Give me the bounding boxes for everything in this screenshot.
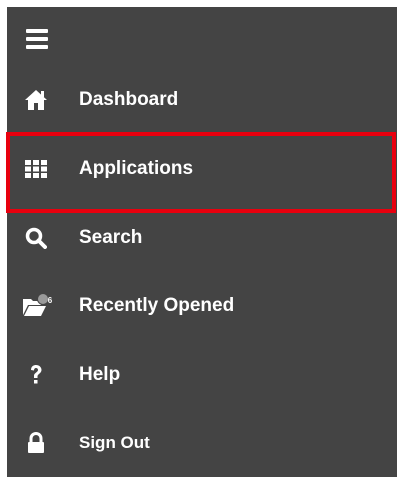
sidebar-item-label: Search (79, 227, 143, 248)
hamburger-menu-icon[interactable] (26, 29, 48, 49)
recently-opened-badge: 6 (47, 296, 53, 305)
grid-icon (21, 154, 51, 184)
sidebar-item-label: Recently Opened (79, 295, 235, 316)
sidebar-item-label: Dashboard (79, 89, 179, 110)
sidebar: Dashboard Applications Search 6 Recently… (6, 7, 397, 477)
sidebar-item-help[interactable]: Help (7, 342, 397, 408)
sidebar-item-recently-opened[interactable]: 6 Recently Opened (7, 273, 397, 339)
folder-open-icon: 6 (21, 291, 52, 321)
sidebar-item-label: Help (79, 364, 121, 385)
home-icon (21, 85, 51, 115)
sidebar-item-label: Applications (79, 158, 194, 179)
sidebar-item-search[interactable]: Search (7, 205, 397, 271)
sidebar-item-applications[interactable]: Applications (7, 136, 397, 202)
lock-icon (21, 428, 51, 458)
sidebar-item-sign-out[interactable]: Sign Out (7, 410, 397, 476)
sidebar-item-dashboard[interactable]: Dashboard (7, 67, 397, 133)
sidebar-item-label: Sign Out (79, 433, 150, 452)
search-icon (21, 223, 51, 253)
question-icon (21, 360, 51, 390)
